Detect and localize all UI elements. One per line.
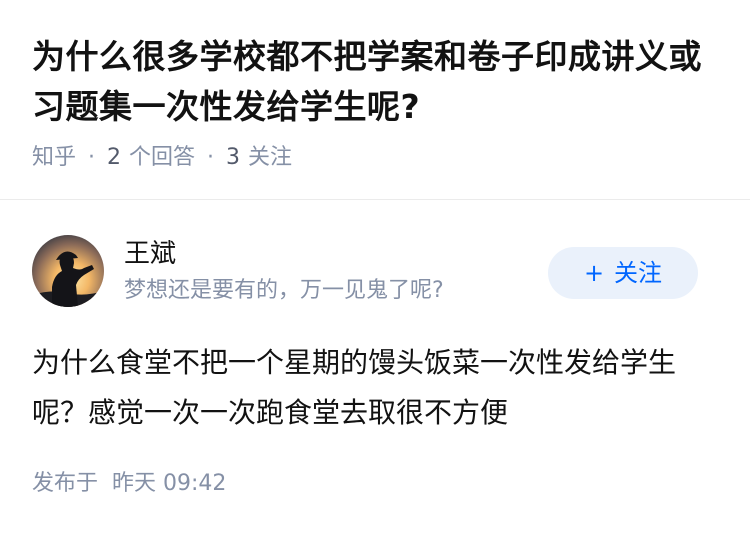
- answer-count-label: 个回答: [129, 145, 196, 170]
- follow-button-label: 关注: [614, 259, 663, 287]
- avatar-image: [32, 235, 104, 307]
- follow-count-label: 关注: [248, 145, 293, 170]
- follow-button[interactable]: + 关注: [548, 247, 698, 299]
- answer-count: 2: [107, 145, 122, 170]
- published-label: 发布于: [32, 471, 99, 496]
- question-header: 为什么很多学校都不把学案和卷子印成讲义或习题集一次性发给学生呢? 知乎 · 2个…: [32, 32, 722, 174]
- follow-count: 3: [226, 145, 241, 170]
- answer-count-link[interactable]: 2 个回答: [107, 142, 195, 174]
- published-time: 昨天 09:42: [112, 471, 227, 496]
- section-divider: [0, 199, 750, 200]
- author-info: 王斌 梦想还是要有的，万一见鬼了呢? + 关注: [32, 235, 718, 309]
- avatar[interactable]: [32, 235, 104, 307]
- follow-count-link[interactable]: 3 关注: [226, 142, 292, 174]
- author-name[interactable]: 王斌: [124, 237, 176, 271]
- answer-timestamp: 发布于 昨天 09:42: [32, 468, 226, 500]
- question-title[interactable]: 为什么很多学校都不把学案和卷子印成讲义或习题集一次性发给学生呢?: [32, 32, 722, 132]
- answer-content: 为什么食堂不把一个星期的馒头饭菜一次性发给学生呢？感觉一次一次跑食堂去取很不方便: [32, 346, 677, 429]
- source-label[interactable]: 知乎: [32, 142, 76, 174]
- meta-separator: ·: [88, 145, 96, 170]
- question-meta: 知乎 · 2 个回答 · 3 关注: [32, 142, 722, 174]
- author-bio: 梦想还是要有的，万一见鬼了呢?: [124, 278, 444, 303]
- meta-separator: ·: [207, 145, 215, 170]
- plus-icon: +: [583, 259, 605, 287]
